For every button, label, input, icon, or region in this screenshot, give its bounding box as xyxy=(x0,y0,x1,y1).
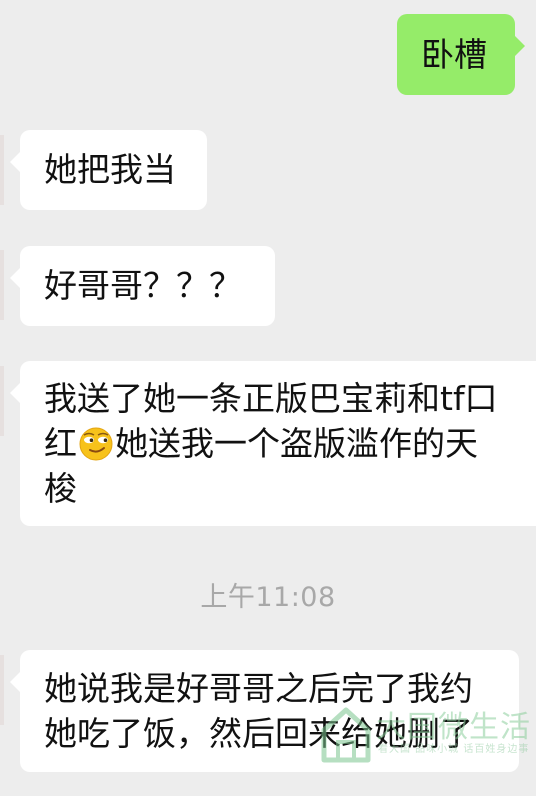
message-bubble-outgoing[interactable]: 卧槽 xyxy=(397,14,525,95)
message-text: 好哥哥？？？ xyxy=(44,266,242,305)
bubble-tail xyxy=(10,672,20,692)
message-line: 我送了她一条正版巴宝莉和tf口 xyxy=(44,379,498,418)
message-text: 她送我一个盗版滥作的天 xyxy=(115,424,478,463)
avatar[interactable] xyxy=(0,655,4,725)
message-bubble-incoming[interactable]: 她说我是好哥哥之后完了我约 她吃了饭，然后回来给她删了 xyxy=(10,650,519,772)
bubble-tail xyxy=(515,36,525,56)
message-text: 卧槽 xyxy=(421,35,487,74)
message-bubble-incoming[interactable]: 好哥哥？？？ xyxy=(10,246,275,326)
message-line: 她吃了饭，然后回来给她删了 xyxy=(44,714,473,753)
avatar[interactable] xyxy=(0,250,4,320)
message-line: 梭 xyxy=(44,469,77,508)
message-text: 红 xyxy=(44,424,77,463)
avatar[interactable] xyxy=(0,135,4,205)
message-text: 她把我当 xyxy=(44,150,176,189)
bubble-tail xyxy=(10,152,20,172)
message-line: 她说我是好哥哥之后完了我约 xyxy=(44,669,473,708)
message-bubble-incoming[interactable]: 我送了她一条正版巴宝莉和tf口 红 她送我一个盗版滥作的天 梭 xyxy=(10,361,536,526)
bubble-tail xyxy=(10,268,20,288)
avatar[interactable] xyxy=(0,366,4,436)
smirk-emoji-icon xyxy=(79,427,113,461)
message-timestamp: 上午11:08 xyxy=(200,582,336,613)
message-line: 红 她送我一个盗版滥作的天 xyxy=(44,421,536,466)
message-bubble-incoming[interactable]: 她把我当 xyxy=(10,130,207,210)
bubble-tail xyxy=(10,383,20,403)
